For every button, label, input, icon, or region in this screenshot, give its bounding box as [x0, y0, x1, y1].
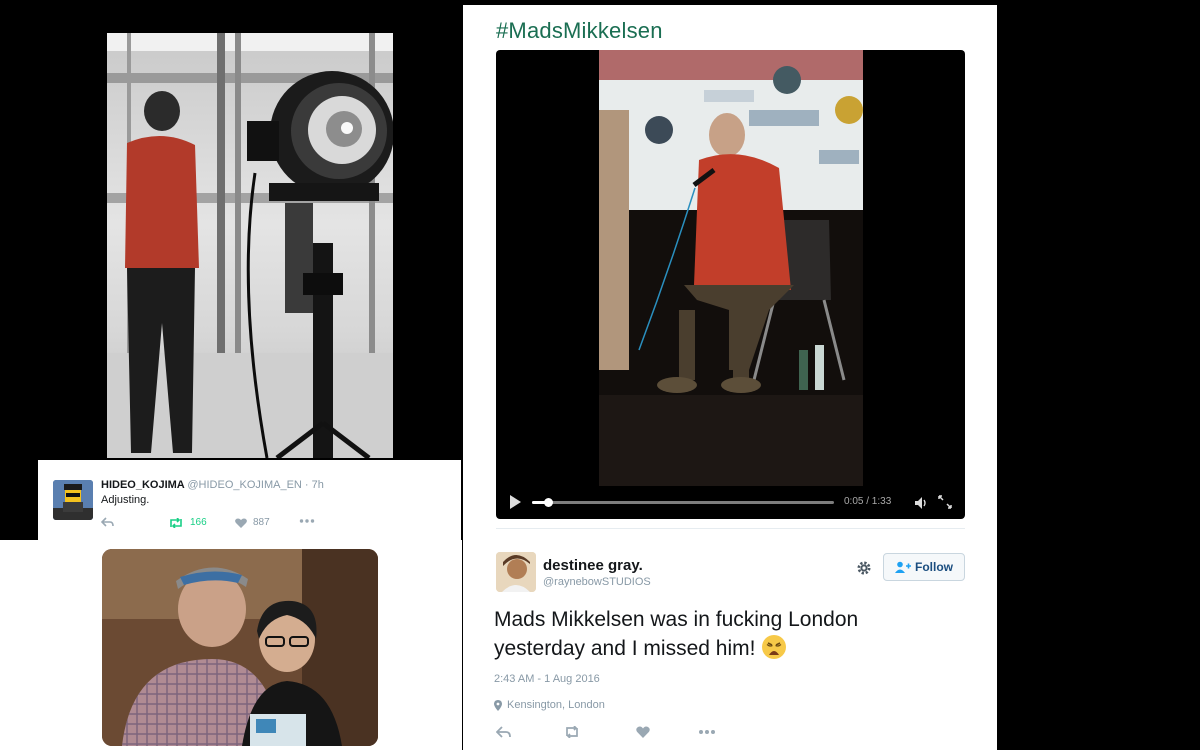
kojima-tweet-card: HIDEO_KOJIMA @HIDEO_KOJIMA_EN · 7h Adjus… — [38, 460, 461, 540]
retweet-icon — [170, 517, 182, 528]
more-icon[interactable] — [698, 726, 716, 738]
follow-label: Follow — [915, 560, 953, 574]
tweet-photo[interactable] — [102, 549, 378, 746]
play-icon[interactable] — [510, 495, 521, 509]
weary-face-emoji-icon — [762, 635, 787, 659]
avatar[interactable] — [53, 480, 93, 520]
heart-icon[interactable] — [636, 726, 650, 738]
tweet-text: Mads Mikkelsen was in fucking London yes… — [494, 605, 934, 663]
divider — [496, 528, 965, 529]
video-tweet-card: #MadsMikkelsen 0:05 / 1:33 destinee gray… — [463, 5, 997, 750]
tweet-actions: 166 887 — [101, 517, 401, 533]
author-name[interactable]: destinee gray. — [543, 557, 643, 574]
video-controls: 0:05 / 1:33 — [496, 486, 965, 519]
avatar[interactable] — [496, 552, 536, 592]
tweet-actions — [496, 724, 796, 744]
kojima-header: HIDEO_KOJIMA @HIDEO_KOJIMA_EN · 7h — [101, 479, 324, 491]
tweet-location[interactable]: Kensington, London — [494, 699, 605, 711]
retweet-count: 166 — [190, 517, 207, 528]
heart-icon — [235, 517, 247, 528]
tweet-body: Mads Mikkelsen was in fucking London yes… — [494, 608, 859, 660]
studio-photo — [107, 33, 393, 458]
author-name[interactable]: HIDEO_KOJIMA — [101, 479, 184, 491]
reply-action[interactable] — [101, 517, 115, 527]
more-action[interactable] — [299, 517, 315, 525]
hashtag-title[interactable]: #MadsMikkelsen — [496, 18, 663, 44]
author-handle[interactable]: @raynebowSTUDIOS — [543, 576, 651, 588]
video-time: 0:05 / 1:33 — [844, 496, 892, 507]
reply-icon — [101, 517, 114, 527]
tweet-text: Adjusting. — [101, 494, 150, 506]
location-pin-icon — [494, 699, 502, 711]
video-scrubber-handle[interactable] — [544, 498, 554, 507]
fullscreen-icon[interactable] — [938, 495, 952, 509]
more-icon — [299, 519, 315, 523]
video-progress-bar[interactable] — [532, 498, 834, 507]
reply-icon[interactable] — [496, 726, 512, 738]
like-count: 887 — [253, 517, 270, 528]
like-action[interactable]: 887 — [235, 517, 270, 528]
location-label: Kensington, London — [507, 699, 605, 711]
author-handle[interactable]: @HIDEO_KOJIMA_EN · 7h — [187, 479, 323, 491]
retweet-action[interactable]: 166 — [168, 517, 207, 528]
retweet-icon[interactable] — [563, 726, 581, 738]
kojima-tweet-media — [0, 540, 462, 750]
add-user-icon — [895, 561, 911, 573]
video-frame[interactable] — [599, 50, 863, 486]
video-player[interactable]: 0:05 / 1:33 — [496, 50, 965, 519]
tweet-timestamp[interactable]: 2:43 AM - 1 Aug 2016 — [494, 673, 600, 685]
volume-icon[interactable] — [913, 495, 929, 511]
gear-icon[interactable] — [855, 559, 873, 577]
follow-button[interactable]: Follow — [883, 553, 965, 581]
